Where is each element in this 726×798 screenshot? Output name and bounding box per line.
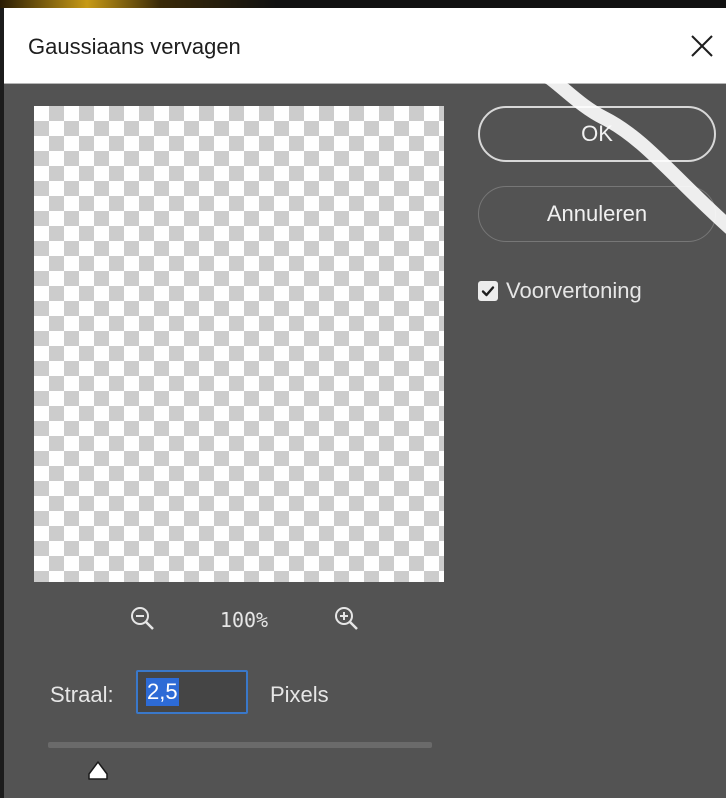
- checkmark-icon: [481, 286, 495, 297]
- preview-checkbox[interactable]: Voorvertoning: [478, 276, 642, 306]
- radius-label: Straal:: [50, 682, 114, 707]
- radius-value: 2,5: [146, 678, 179, 706]
- zoom-in-button[interactable]: [332, 604, 362, 634]
- zoom-level: 100%: [219, 608, 269, 632]
- checkbox-box[interactable]: [478, 281, 498, 301]
- radius-slider-track[interactable]: [48, 742, 432, 748]
- zoom-out-icon: [131, 607, 154, 630]
- dialog-titlebar: Gaussiaans vervagen: [4, 8, 726, 84]
- zoom-controls: 100%: [34, 600, 444, 640]
- radius-input[interactable]: 2,5: [136, 670, 248, 714]
- ok-button-label: OK: [581, 121, 613, 146]
- cancel-button[interactable]: Annuleren: [478, 186, 716, 242]
- radius-slider-thumb[interactable]: [86, 760, 110, 782]
- ok-button[interactable]: OK: [478, 106, 716, 162]
- zoom-in-icon: [335, 607, 358, 630]
- gaussian-blur-dialog: Gaussiaans vervagen 100% Straal: 2,5 Pix…: [0, 8, 726, 798]
- cancel-button-label: Annuleren: [546, 201, 648, 226]
- dialog-title: Gaussiaans vervagen: [28, 34, 241, 59]
- zoom-out-button[interactable]: [128, 604, 158, 634]
- slider-thumb-icon: [88, 761, 108, 780]
- close-icon: [691, 35, 713, 57]
- radius-unit-label: Pixels: [270, 682, 329, 707]
- preview-area[interactable]: [34, 106, 444, 582]
- close-button[interactable]: [682, 26, 722, 66]
- preview-checkbox-label: Voorvertoning: [506, 278, 642, 303]
